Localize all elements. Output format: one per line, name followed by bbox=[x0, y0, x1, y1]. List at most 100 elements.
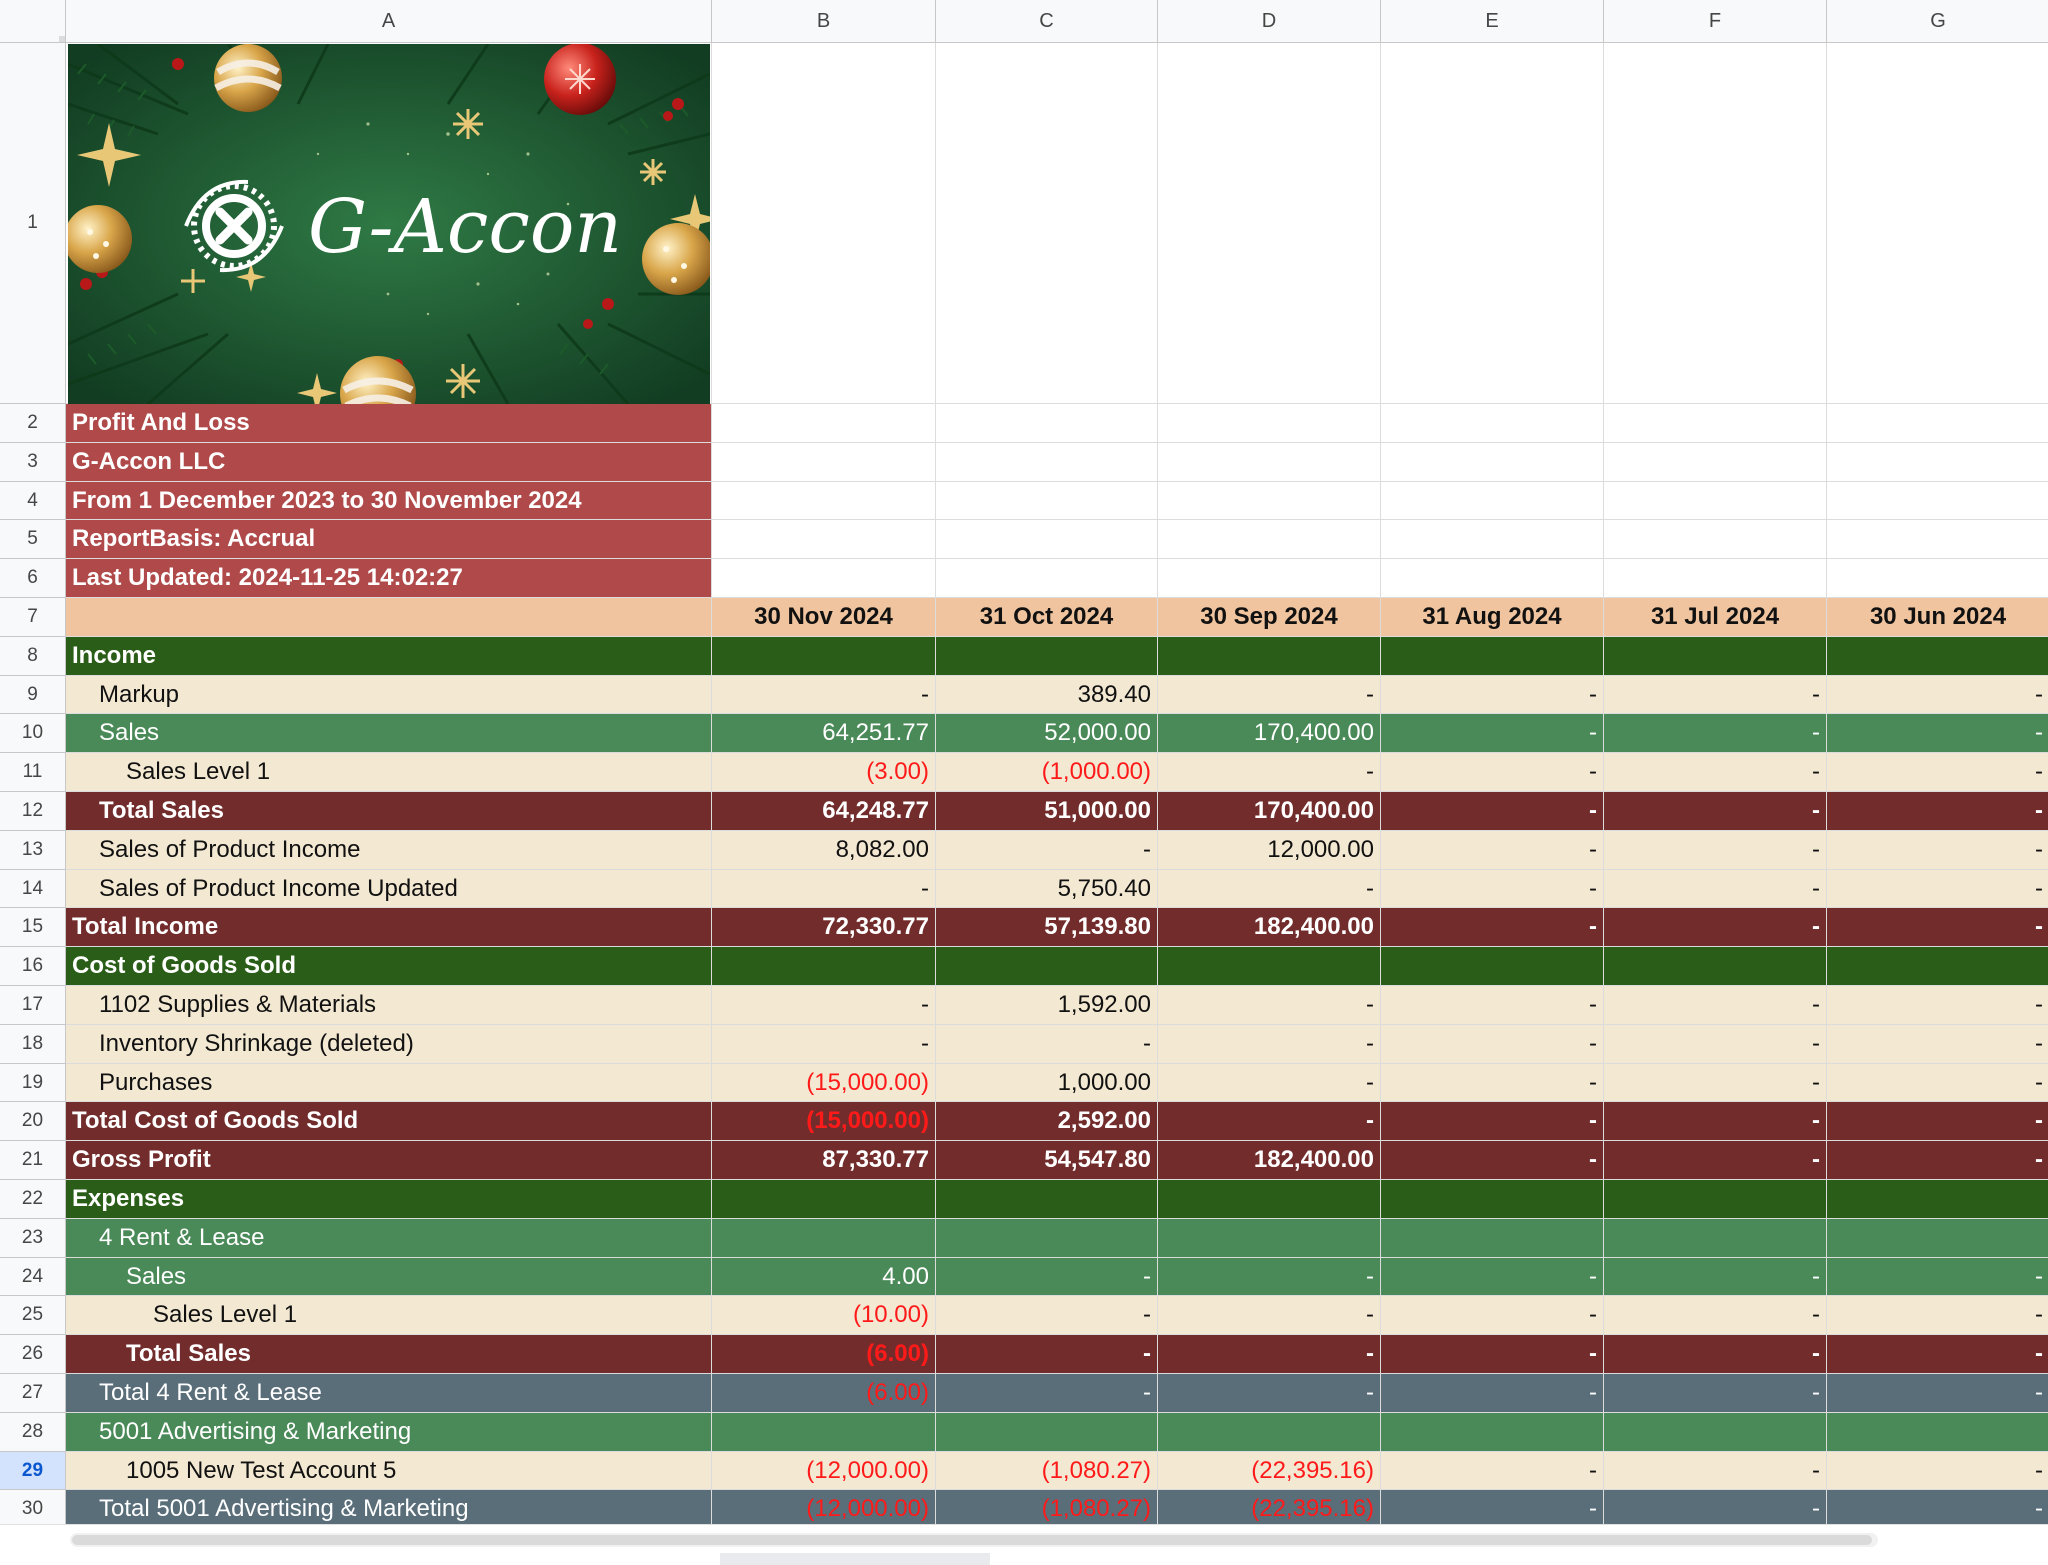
row-1-col-c-cell[interactable] bbox=[936, 43, 1158, 404]
row-14-col-g-cell[interactable]: - bbox=[1827, 870, 2048, 908]
row-25-col-e-cell[interactable]: - bbox=[1381, 1296, 1604, 1335]
row-6-label[interactable]: Last Updated: 2024-11-25 14:02:27 bbox=[66, 559, 712, 598]
row-header-30[interactable]: 30 bbox=[0, 1490, 66, 1524]
row-23-col-d-cell[interactable] bbox=[1158, 1219, 1381, 1258]
column-header-d[interactable]: D bbox=[1158, 0, 1381, 43]
row-10-col-f-cell[interactable]: - bbox=[1604, 714, 1827, 753]
row-1-col-b-cell[interactable] bbox=[712, 43, 936, 404]
row-13-col-g-cell[interactable]: - bbox=[1827, 831, 2048, 870]
row-23-label[interactable]: 4 Rent & Lease bbox=[66, 1219, 712, 1258]
row-header-1[interactable]: 1 bbox=[0, 43, 66, 404]
row-3-col-d-cell[interactable] bbox=[1158, 443, 1381, 482]
row-17-col-d-cell[interactable]: - bbox=[1158, 986, 1381, 1025]
row-1-col-g-cell[interactable] bbox=[1827, 43, 2048, 404]
row-30-col-e-cell[interactable]: - bbox=[1381, 1490, 1604, 1524]
row-20-col-b-cell[interactable]: (15,000.00) bbox=[712, 1102, 936, 1141]
row-header-15[interactable]: 15 bbox=[0, 908, 66, 947]
row-7-col-e-cell[interactable]: 31 Aug 2024 bbox=[1381, 598, 1604, 637]
row-22-label[interactable]: Expenses bbox=[66, 1180, 712, 1219]
row-header-5[interactable]: 5 bbox=[0, 520, 66, 559]
row-9-col-c-cell[interactable]: 389.40 bbox=[936, 676, 1158, 714]
row-27-col-f-cell[interactable]: - bbox=[1604, 1374, 1827, 1413]
row-22-col-g-cell[interactable] bbox=[1827, 1180, 2048, 1219]
row-15-col-b-cell[interactable]: 72,330.77 bbox=[712, 908, 936, 947]
row-18-col-f-cell[interactable]: - bbox=[1604, 1025, 1827, 1064]
row-3-col-b-cell[interactable] bbox=[712, 443, 936, 482]
row-9-col-b-cell[interactable]: - bbox=[712, 676, 936, 714]
row-16-col-f-cell[interactable] bbox=[1604, 947, 1827, 986]
row-30-label[interactable]: Total 5001 Advertising & Marketing bbox=[66, 1490, 712, 1524]
row-6-col-d-cell[interactable] bbox=[1158, 559, 1381, 598]
row-26-col-e-cell[interactable]: - bbox=[1381, 1335, 1604, 1374]
row-header-22[interactable]: 22 bbox=[0, 1180, 66, 1219]
row-24-label[interactable]: Sales bbox=[66, 1258, 712, 1296]
row-28-col-e-cell[interactable] bbox=[1381, 1413, 1604, 1452]
row-25-col-f-cell[interactable]: - bbox=[1604, 1296, 1827, 1335]
row-20-label[interactable]: Total Cost of Goods Sold bbox=[66, 1102, 712, 1141]
row-header-18[interactable]: 18 bbox=[0, 1025, 66, 1064]
row-28-col-g-cell[interactable] bbox=[1827, 1413, 2048, 1452]
row-18-col-e-cell[interactable]: - bbox=[1381, 1025, 1604, 1064]
row-1-col-e-cell[interactable] bbox=[1381, 43, 1604, 404]
row-15-label[interactable]: Total Income bbox=[66, 908, 712, 947]
row-8-col-g-cell[interactable] bbox=[1827, 637, 2048, 676]
row-19-col-b-cell[interactable]: (15,000.00) bbox=[712, 1064, 936, 1102]
row-8-col-e-cell[interactable] bbox=[1381, 637, 1604, 676]
column-header-b[interactable]: B bbox=[712, 0, 936, 43]
row-21-label[interactable]: Gross Profit bbox=[66, 1141, 712, 1180]
row-header-19[interactable]: 19 bbox=[0, 1064, 66, 1102]
row-header-12[interactable]: 12 bbox=[0, 792, 66, 831]
row-15-col-c-cell[interactable]: 57,139.80 bbox=[936, 908, 1158, 947]
row-16-col-c-cell[interactable] bbox=[936, 947, 1158, 986]
row-14-col-d-cell[interactable]: - bbox=[1158, 870, 1381, 908]
row-13-col-d-cell[interactable]: 12,000.00 bbox=[1158, 831, 1381, 870]
row-4-col-f-cell[interactable] bbox=[1604, 482, 1827, 520]
row-27-col-e-cell[interactable]: - bbox=[1381, 1374, 1604, 1413]
row-25-label[interactable]: Sales Level 1 bbox=[66, 1296, 712, 1335]
row-4-col-g-cell[interactable] bbox=[1827, 482, 2048, 520]
row-27-col-d-cell[interactable]: - bbox=[1158, 1374, 1381, 1413]
row-26-col-c-cell[interactable]: - bbox=[936, 1335, 1158, 1374]
row-11-col-d-cell[interactable]: - bbox=[1158, 753, 1381, 792]
row-19-col-g-cell[interactable]: - bbox=[1827, 1064, 2048, 1102]
row-22-col-f-cell[interactable] bbox=[1604, 1180, 1827, 1219]
row-28-col-c-cell[interactable] bbox=[936, 1413, 1158, 1452]
row-15-col-e-cell[interactable]: - bbox=[1381, 908, 1604, 947]
row-header-28[interactable]: 28 bbox=[0, 1413, 66, 1452]
row-header-8[interactable]: 8 bbox=[0, 637, 66, 676]
row-5-label[interactable]: ReportBasis: Accrual bbox=[66, 520, 712, 559]
row-18-label[interactable]: Inventory Shrinkage (deleted) bbox=[66, 1025, 712, 1064]
row-17-col-c-cell[interactable]: 1,592.00 bbox=[936, 986, 1158, 1025]
row-20-col-e-cell[interactable]: - bbox=[1381, 1102, 1604, 1141]
row-2-col-b-cell[interactable] bbox=[712, 404, 936, 443]
row-24-col-d-cell[interactable]: - bbox=[1158, 1258, 1381, 1296]
row-8-col-b-cell[interactable] bbox=[712, 637, 936, 676]
row-17-col-g-cell[interactable]: - bbox=[1827, 986, 2048, 1025]
row-29-label[interactable]: 1005 New Test Account 5 bbox=[66, 1452, 712, 1490]
row-20-col-c-cell[interactable]: 2,592.00 bbox=[936, 1102, 1158, 1141]
row-6-col-g-cell[interactable] bbox=[1827, 559, 2048, 598]
row-header-21[interactable]: 21 bbox=[0, 1141, 66, 1180]
row-12-col-f-cell[interactable]: - bbox=[1604, 792, 1827, 831]
row-19-col-e-cell[interactable]: - bbox=[1381, 1064, 1604, 1102]
row-28-col-d-cell[interactable] bbox=[1158, 1413, 1381, 1452]
row-22-col-e-cell[interactable] bbox=[1381, 1180, 1604, 1219]
row-21-col-d-cell[interactable]: 182,400.00 bbox=[1158, 1141, 1381, 1180]
row-17-col-b-cell[interactable]: - bbox=[712, 986, 936, 1025]
row-26-col-g-cell[interactable]: - bbox=[1827, 1335, 2048, 1374]
row-header-16[interactable]: 16 bbox=[0, 947, 66, 986]
row-11-col-e-cell[interactable]: - bbox=[1381, 753, 1604, 792]
row-9-col-e-cell[interactable]: - bbox=[1381, 676, 1604, 714]
row-16-label[interactable]: Cost of Goods Sold bbox=[66, 947, 712, 986]
row-13-col-b-cell[interactable]: 8,082.00 bbox=[712, 831, 936, 870]
row-8-col-c-cell[interactable] bbox=[936, 637, 1158, 676]
select-all-corner[interactable] bbox=[0, 0, 66, 43]
row-28-col-b-cell[interactable] bbox=[712, 1413, 936, 1452]
row-header-25[interactable]: 25 bbox=[0, 1296, 66, 1335]
row-25-col-g-cell[interactable]: - bbox=[1827, 1296, 2048, 1335]
row-12-col-c-cell[interactable]: 51,000.00 bbox=[936, 792, 1158, 831]
row-23-col-g-cell[interactable] bbox=[1827, 1219, 2048, 1258]
row-27-col-c-cell[interactable]: - bbox=[936, 1374, 1158, 1413]
row-2-col-f-cell[interactable] bbox=[1604, 404, 1827, 443]
row-5-col-e-cell[interactable] bbox=[1381, 520, 1604, 559]
